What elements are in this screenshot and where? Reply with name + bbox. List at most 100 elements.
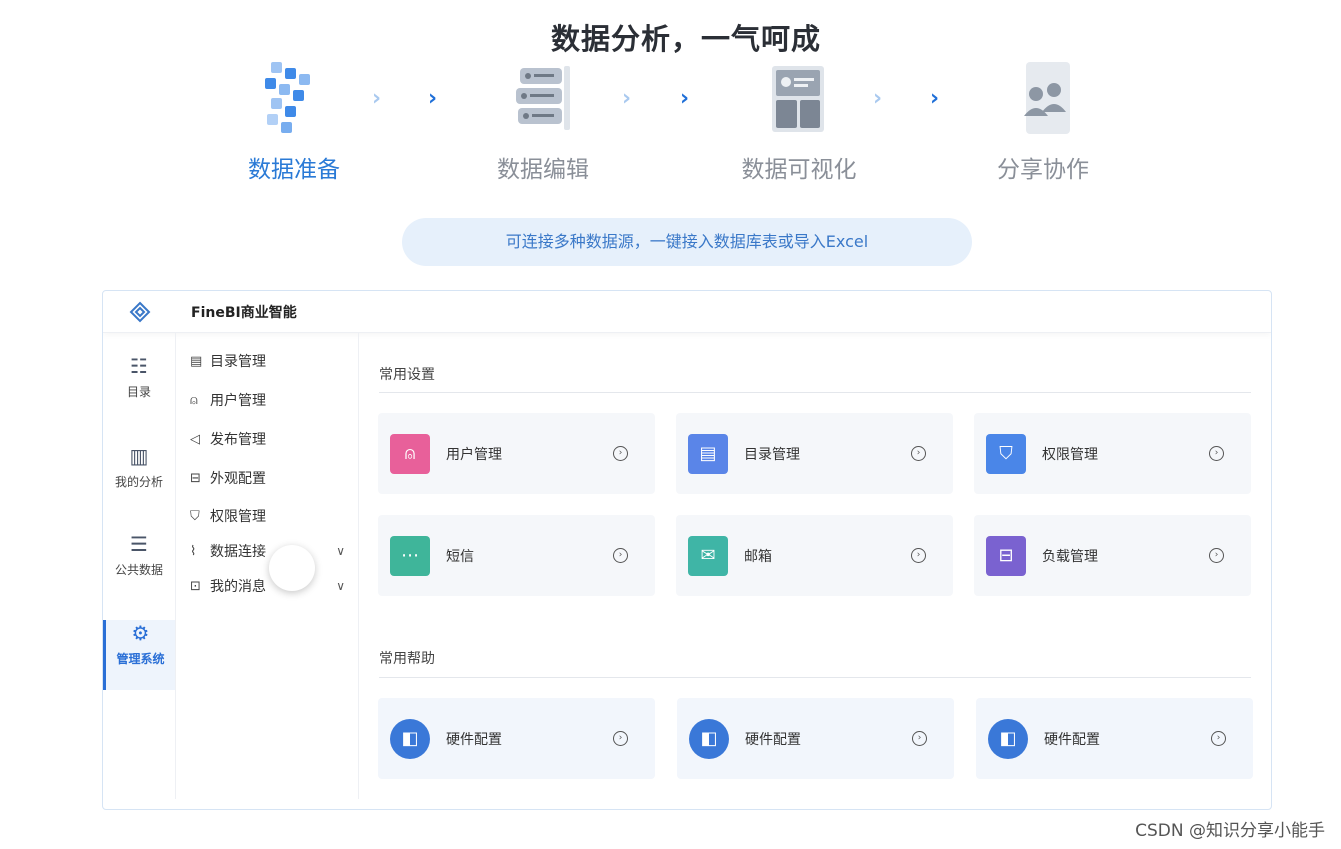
rail-item-label: 我的分析 [114,475,163,489]
rail-item-label: 公共数据 [114,563,163,577]
card-permission-manage[interactable]: ⛉ 权限管理 › [974,413,1251,494]
arrow-circle-icon: › [911,548,926,563]
app-window: FineBI商业智能 ☷ 目录 ▥ 我的分析 ☰ 公共数据 ⚙ 管理系统 ▤ 目… [102,290,1272,810]
feature-banner: 可连接多种数据源，一键接入数据库表或导入Excel [402,218,972,266]
arrow-circle-icon: › [1209,446,1224,461]
menu-item-label: 外观配置 [210,471,266,487]
send-icon: ◁ [190,431,200,447]
arrow-circle-icon: › [911,446,926,461]
analysis-icon: ▥ [129,444,149,468]
card-user-manage[interactable]: ⍝ 用户管理 › [378,413,655,494]
gear-icon: ⚙ [131,621,150,645]
finebi-logo-icon [103,301,177,323]
menu-item-user-manage[interactable]: ⍝ 用户管理 [190,388,355,412]
step-label: 数据编辑 [497,157,589,183]
data-stack-icon [506,58,580,138]
menu-item-permission[interactable]: ⛉ 权限管理 [190,504,355,528]
arrow-circle-icon: › [912,731,927,746]
menu-item-label: 我的消息 [210,579,266,595]
dashboard-icon [762,58,836,138]
paint-roller-icon: ⊟ [190,470,201,486]
database-icon: ☰ [130,532,148,556]
rail-item-label: 管理系统 [116,652,165,666]
server-icon: ⊟ [986,535,1026,576]
menu-item-publish-manage[interactable]: ◁ 发布管理 [190,427,355,451]
rail-item-my-analysis[interactable]: ▥ 我的分析 [103,443,175,513]
rail-item-admin-system[interactable]: ⚙ 管理系统 [103,620,175,690]
menu-item-catalog-manage[interactable]: ▤ 目录管理 [190,349,355,373]
list-icon: ▤ [190,353,203,369]
card-sms[interactable]: ⋯ 短信 › [378,515,655,596]
step-share[interactable]: 分享协作 [963,58,1123,184]
nav-rail: ☷ 目录 ▥ 我的分析 ☰ 公共数据 ⚙ 管理系统 [103,333,176,799]
arrow-circle-icon: › [1211,731,1226,746]
menu-item-label: 用户管理 [210,393,266,409]
chevron-right-icon: › [873,86,883,111]
data-blocks-icon [257,58,331,138]
menu-item-label: 权限管理 [210,509,266,525]
app-title: FineBI商业智能 [191,304,297,321]
rail-item-catalog[interactable]: ☷ 目录 [103,353,175,423]
arrow-circle-icon: › [613,548,628,563]
card-mail[interactable]: ✉ 邮箱 › [676,515,953,596]
arrow-circle-icon: › [613,446,628,461]
divider [379,392,1251,393]
mail-icon: ✉ [688,535,728,576]
card-load-manage[interactable]: ⊟ 负载管理 › [974,515,1251,596]
user-icon: ⍝ [190,392,198,408]
hero-title: 数据分析，一气呵成 [550,22,821,56]
chevron-down-icon: ∨ [336,544,345,558]
section-title-help: 常用帮助 [379,651,435,667]
card-label: 硬件配置 [745,731,801,748]
card-label: 目录管理 [744,446,800,463]
chevron-down-icon: ∨ [336,579,345,593]
rail-item-label: 目录 [126,385,151,399]
card-label: 权限管理 [1042,446,1098,463]
step-label: 数据准备 [248,157,340,183]
card-label: 负载管理 [1042,548,1098,565]
step-visualize[interactable]: 数据可视化 [719,58,879,184]
arrow-circle-icon: › [1209,548,1224,563]
card-label: 硬件配置 [446,731,502,748]
rail-item-public-data[interactable]: ☰ 公共数据 [103,531,175,601]
page: 数据分析，一气呵成 数据准备 › › 数据编辑 › › 数据可视化 › › 分享… [0,0,1341,849]
message-icon: ⊡ [190,578,201,594]
chevron-right-icon: › [622,86,632,111]
sms-icon: ⋯ [390,535,430,576]
catalog-icon: ☷ [130,354,148,378]
card-hardware-config[interactable]: ◧ 硬件配置 › [677,698,954,779]
watermark: CSDN @知识分享小能手 [1135,821,1325,841]
chevron-right-icon: › [428,86,438,111]
section-title-settings: 常用设置 [379,367,435,383]
menu-item-label: 目录管理 [210,354,266,370]
menu-item-label: 发布管理 [210,432,266,448]
card-label: 短信 [446,548,474,565]
step-label: 分享协作 [997,157,1089,183]
chevron-right-icon: › [680,86,690,111]
list-card-icon: ▤ [688,433,728,474]
card-hardware-config[interactable]: ◧ 硬件配置 › [976,698,1253,779]
arrow-circle-icon: › [613,731,628,746]
user-card-icon: ⍝ [390,433,430,474]
shield-card-icon: ⛉ [986,433,1026,474]
card-label: 用户管理 [446,446,502,463]
chevron-right-icon: › [930,86,940,111]
admin-submenu: ▤ 目录管理 ⍝ 用户管理 ◁ 发布管理 ⊟ 外观配置 ⛉ 权限管理 ⌇ 数据连… [176,333,359,799]
chevron-right-icon: › [372,86,382,111]
app-header: FineBI商业智能 [103,291,1271,333]
menu-item-appearance[interactable]: ⊟ 外观配置 [190,466,355,490]
hardware-icon: ◧ [988,718,1028,759]
shield-icon: ⛉ [190,508,200,524]
step-data-prep[interactable]: 数据准备 [214,58,374,184]
step-data-edit[interactable]: 数据编辑 [463,58,623,184]
users-share-icon [1006,58,1080,138]
menu-item-label: 数据连接 [210,544,266,560]
paperclip-icon: ⌇ [190,543,197,559]
card-label: 邮箱 [744,548,772,565]
hardware-icon: ◧ [390,718,430,759]
hardware-icon: ◧ [689,718,729,759]
step-label: 数据可视化 [741,157,857,183]
card-catalog-manage[interactable]: ▤ 目录管理 › [676,413,953,494]
card-hardware-config[interactable]: ◧ 硬件配置 › [378,698,655,779]
card-label: 硬件配置 [1044,731,1100,748]
